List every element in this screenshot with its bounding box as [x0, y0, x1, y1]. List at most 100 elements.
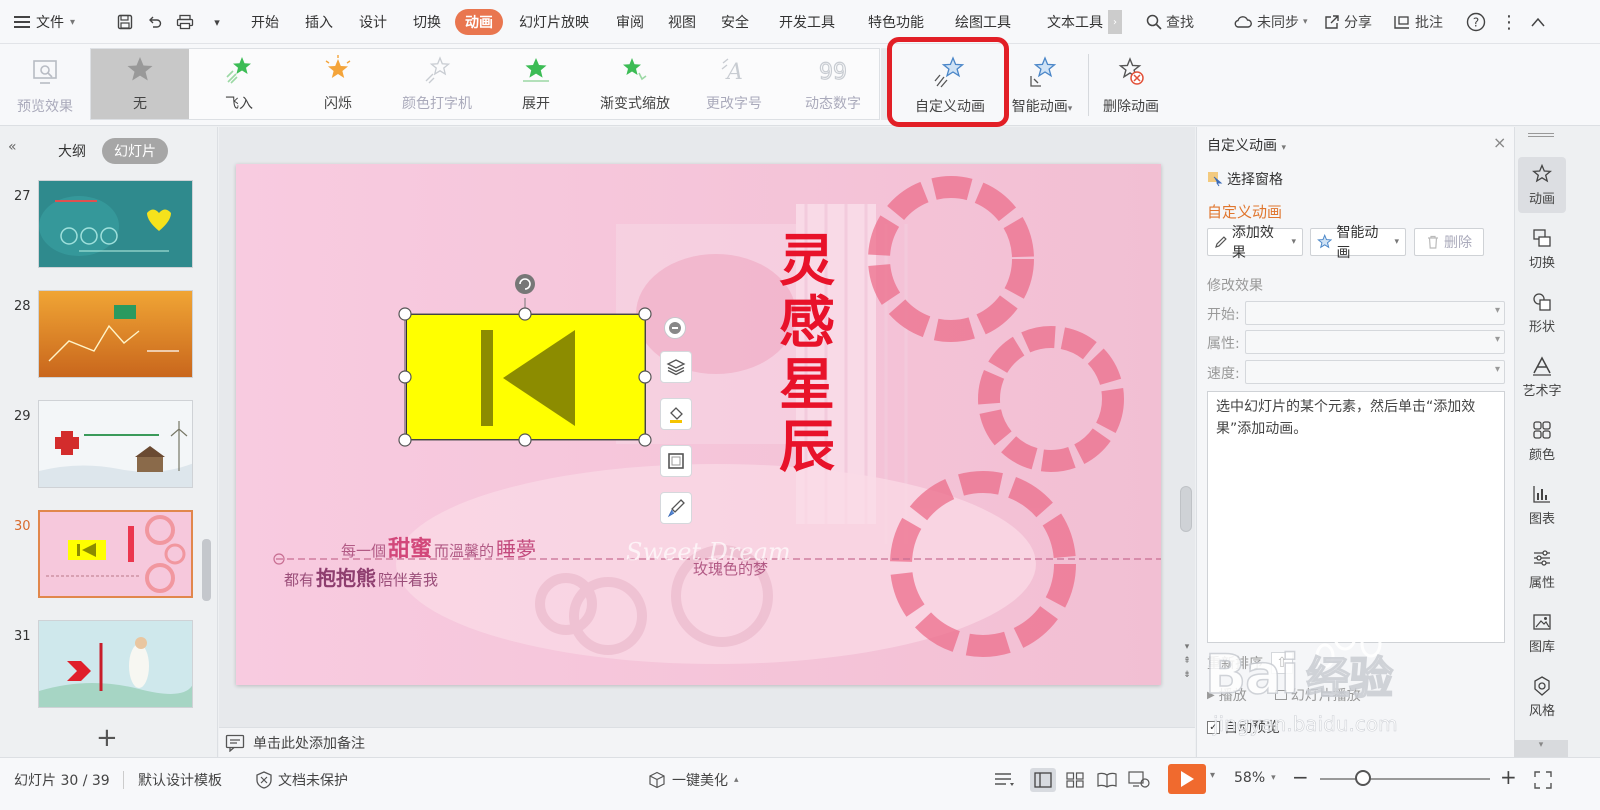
- tab-10[interactable]: 特色功能: [858, 9, 934, 35]
- print-icon[interactable]: [172, 10, 198, 34]
- fill-color-icon[interactable]: [660, 398, 692, 430]
- effect-6[interactable]: A 更改字号: [685, 49, 783, 119]
- layer-icon[interactable]: [660, 351, 692, 383]
- select-pane-link[interactable]: 选择窗格: [1207, 169, 1283, 189]
- zoom-level[interactable]: 58% ▾: [1234, 770, 1276, 786]
- beautify-button[interactable]: 一键美化 ▴: [648, 770, 739, 790]
- effect-7[interactable]: 99 动态数字: [784, 49, 882, 119]
- presenter-view-icon[interactable]: [1126, 768, 1152, 792]
- zoom-in-button[interactable]: +: [1500, 765, 1517, 789]
- share-button[interactable]: 分享: [1324, 10, 1372, 34]
- collapse-ribbon-icon[interactable]: [1530, 10, 1546, 34]
- rail-grip[interactable]: [1528, 133, 1554, 137]
- speed-select[interactable]: [1245, 360, 1505, 384]
- canvas-scroll-arrows[interactable]: ▾ ⇞ ⇟: [1182, 640, 1192, 682]
- format-painter-icon[interactable]: [660, 492, 692, 524]
- comment-button[interactable]: 批注: [1393, 10, 1443, 34]
- file-menu[interactable]: 文件 ▾: [14, 11, 75, 33]
- effect-5[interactable]: 渐变式缩放: [586, 49, 684, 119]
- tab-3[interactable]: 切换: [403, 9, 451, 35]
- more-options-icon[interactable]: ⋮: [1500, 10, 1518, 34]
- collapse-toolbar-icon[interactable]: [664, 317, 686, 339]
- effect-4[interactable]: 展开: [487, 49, 585, 119]
- close-icon[interactable]: ×: [1493, 133, 1506, 152]
- reading-view-icon[interactable]: [1094, 768, 1120, 792]
- sync-button[interactable]: 未同步 ▾: [1233, 10, 1308, 34]
- zoom-slider-knob[interactable]: [1355, 770, 1371, 786]
- rail-button-2[interactable]: 形状: [1518, 285, 1566, 341]
- effect-1[interactable]: 飞入: [190, 49, 288, 119]
- chevron-down-icon: ▾: [1303, 17, 1308, 27]
- zoom-slider[interactable]: [1320, 778, 1490, 780]
- rail-button-8[interactable]: 风格: [1518, 669, 1566, 725]
- rail-button-4[interactable]: 颜色: [1518, 413, 1566, 469]
- rail-button-3[interactable]: 艺术字: [1518, 349, 1566, 405]
- pane-title[interactable]: 自定义动画 ▾: [1207, 135, 1286, 155]
- slide-sorter-icon[interactable]: [1062, 768, 1088, 792]
- tab-slides[interactable]: 幻灯片: [102, 138, 168, 164]
- slides-panel: « 大纲 幻灯片 27 28 29 30 31 +: [0, 127, 218, 757]
- protect-label: 文档未保护: [278, 773, 348, 789]
- outline-icon[interactable]: [660, 445, 692, 477]
- save-icon[interactable]: [112, 10, 138, 34]
- tab-2[interactable]: 设计: [349, 9, 397, 35]
- tab-outline[interactable]: 大纲: [46, 138, 98, 164]
- normal-view-icon[interactable]: [1030, 768, 1056, 792]
- effect-2[interactable]: 闪烁: [289, 49, 387, 119]
- tab-8[interactable]: 安全: [711, 9, 759, 35]
- effect-label: 展开: [522, 96, 550, 112]
- notes-area[interactable]: 单击此处添加备注: [219, 727, 1195, 757]
- add-slide-button[interactable]: +: [96, 723, 118, 753]
- search-button[interactable]: 查找: [1146, 10, 1194, 34]
- protect-status[interactable]: 文档未保护: [256, 770, 348, 790]
- tab-5[interactable]: 幻灯片放映: [509, 9, 599, 35]
- star-icon: [1531, 163, 1553, 184]
- play-slideshow-button[interactable]: [1168, 764, 1206, 794]
- undo-icon[interactable]: [142, 10, 168, 34]
- help-icon[interactable]: ?: [1466, 10, 1486, 34]
- smart-animation-button[interactable]: 智能动画▾: [1004, 50, 1080, 120]
- customize-quick-access-icon[interactable]: ▾: [204, 10, 230, 34]
- rail-button-5[interactable]: 图表: [1518, 477, 1566, 533]
- slide-thumbnail-31[interactable]: [38, 620, 193, 708]
- rail-button-0[interactable]: 动画: [1518, 157, 1566, 213]
- slide-thumbnail-28[interactable]: [38, 290, 193, 378]
- effect-3[interactable]: 颜色打字机: [388, 49, 486, 119]
- fit-window-icon[interactable]: [1530, 768, 1556, 792]
- template-name[interactable]: 默认设计模板: [138, 770, 222, 790]
- tab-7[interactable]: 视图: [658, 9, 706, 35]
- action-button-shape[interactable]: [406, 314, 646, 440]
- animation-list-box[interactable]: 选中幻灯片的某个元素，然后单击“添加效果”添加动画。: [1207, 391, 1505, 643]
- rail-button-1[interactable]: 切换: [1518, 221, 1566, 277]
- canvas-scrollbar[interactable]: [1180, 486, 1192, 532]
- zoom-out-button[interactable]: −: [1292, 765, 1309, 789]
- slide-thumbnail-27[interactable]: [38, 180, 193, 268]
- collapse-panel-icon[interactable]: «: [8, 139, 17, 155]
- rail-button-7[interactable]: 图库: [1518, 605, 1566, 661]
- rail-scroll-down-icon[interactable]: ▾: [1514, 740, 1568, 757]
- tab-11[interactable]: 绘图工具: [945, 9, 1021, 35]
- tab-0[interactable]: 开始: [241, 9, 289, 35]
- tab-4[interactable]: 动画: [455, 9, 503, 35]
- rail-button-6[interactable]: 属性: [1518, 541, 1566, 597]
- start-select[interactable]: [1245, 301, 1505, 325]
- notes-view-icon[interactable]: [992, 768, 1018, 792]
- property-select[interactable]: [1245, 330, 1505, 354]
- pane-delete-button[interactable]: 删除: [1414, 228, 1484, 256]
- hamburger-icon: [14, 16, 30, 28]
- preview-effect-button[interactable]: 预览效果: [10, 50, 80, 120]
- slides-scrollbar[interactable]: [202, 539, 211, 601]
- pane-smart-animation-button[interactable]: 智能动画 ▾: [1310, 225, 1406, 261]
- tab-6[interactable]: 审阅: [606, 9, 654, 35]
- effect-0[interactable]: 无: [91, 49, 189, 119]
- tab-1[interactable]: 插入: [295, 9, 343, 35]
- play-options-icon[interactable]: ▾: [1210, 770, 1215, 781]
- slide-thumbnail-29[interactable]: [38, 400, 193, 488]
- tab-12[interactable]: 文本工具: [1037, 9, 1113, 35]
- slide-thumbnail-30[interactable]: [38, 510, 193, 598]
- slide-canvas[interactable]: 灵感星辰 每一個 甜蜜 而溫馨的 睡夢 都有 抱抱熊 陪伴着我 Sweet Dr…: [236, 164, 1161, 685]
- tab-9[interactable]: 开发工具: [769, 9, 845, 35]
- add-effect-button[interactable]: 添加效果 ▾: [1207, 225, 1303, 261]
- tab-overflow-icon[interactable]: ›: [1108, 10, 1122, 34]
- delete-animation-button[interactable]: 删除动画: [1096, 50, 1166, 120]
